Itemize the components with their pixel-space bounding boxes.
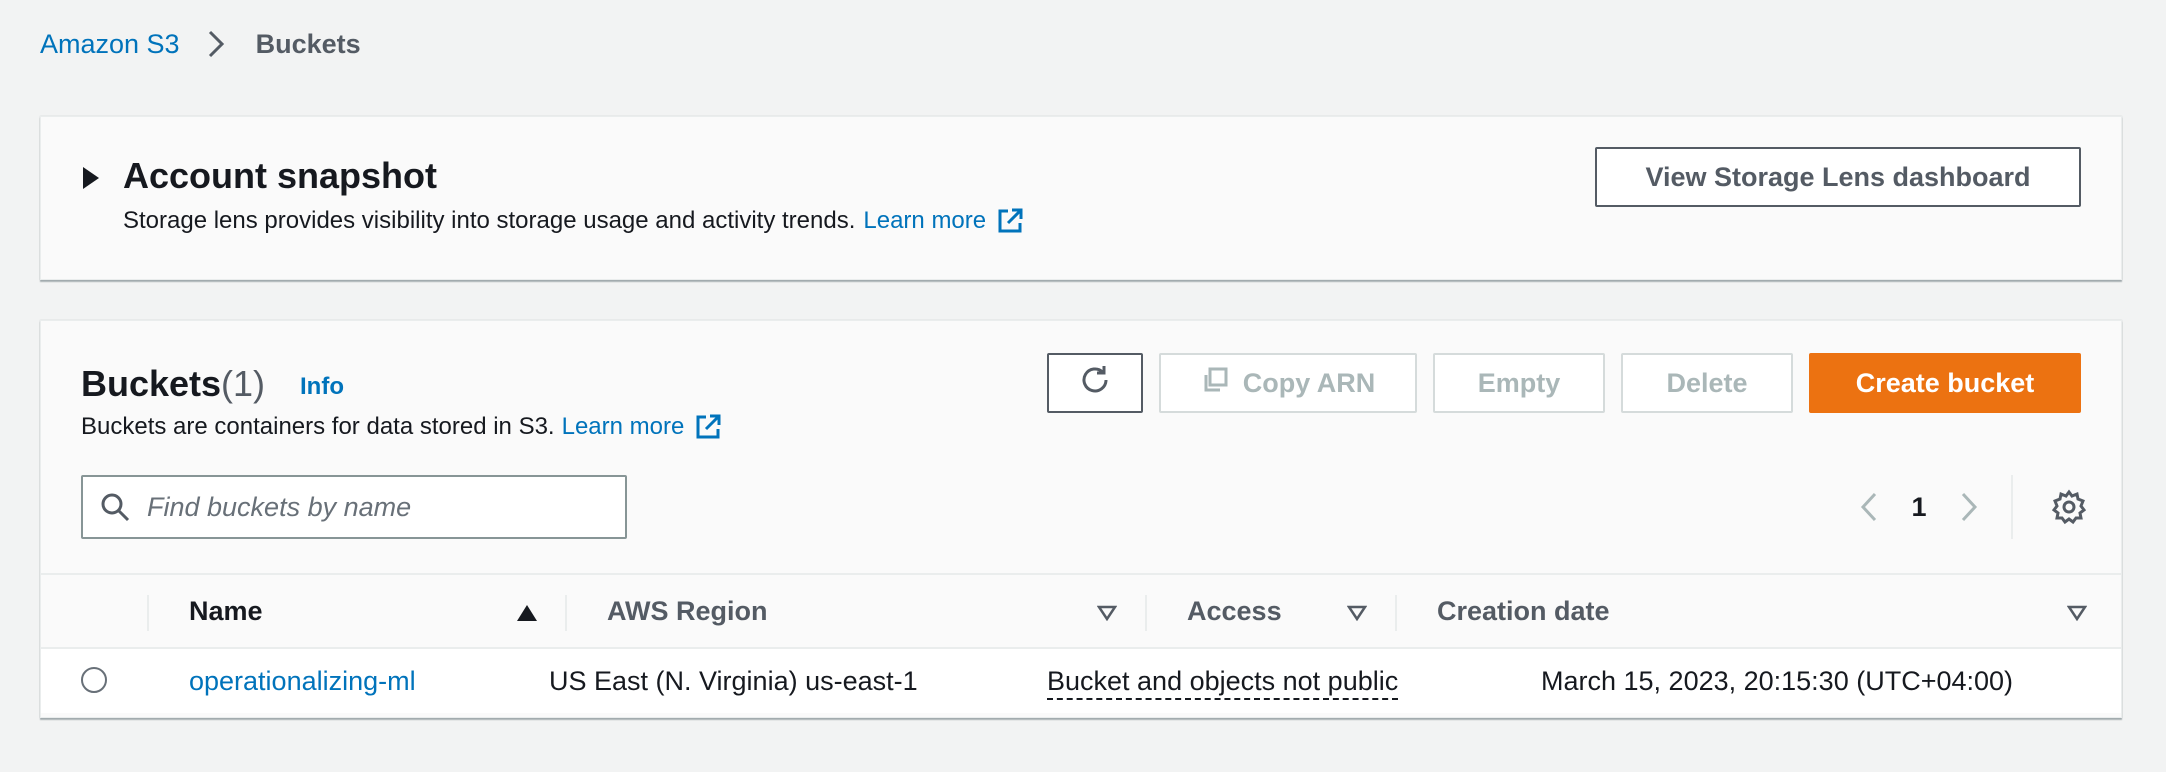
table-header: Name AWS Region Access Creation date [41,573,2121,649]
bucket-access[interactable]: Bucket and objects not public [1047,664,1399,700]
buckets-panel: Buckets (1) Info Buckets are containers … [40,320,2122,718]
account-snapshot-title[interactable]: Account snapshot [123,155,437,197]
column-divider [1145,595,1147,631]
gear-icon[interactable] [2049,487,2089,527]
sort-descending-icon[interactable] [1343,599,1371,627]
sort-descending-icon[interactable] [1093,599,1121,627]
search-field [81,475,627,539]
bucket-region: US East (N. Virginia) us-east-1 [549,665,918,696]
account-snapshot-panel: Account snapshot Storage lens provides v… [40,116,2122,280]
delete-button[interactable]: Delete [1621,353,1793,413]
copy-arn-button[interactable]: Copy ARN [1159,353,1417,413]
external-link-icon [694,413,722,441]
buckets-description-text: Buckets are containers for data stored i… [81,413,555,440]
snapshot-learn-more-link[interactable]: Learn more [863,207,1024,235]
info-link[interactable]: Info [300,373,344,401]
buckets-count: (1) [221,363,265,404]
column-divider [1395,595,1397,631]
breadcrumb-amazon-s3[interactable]: Amazon S3 [40,29,180,60]
learn-more-label: Learn more [863,207,987,234]
copy-icon [1201,366,1243,401]
sort-ascending-icon[interactable] [513,599,541,627]
column-header-region[interactable]: AWS Region [607,575,768,647]
copy-arn-label: Copy ARN [1242,367,1376,398]
breadcrumb-buckets: Buckets [255,28,361,59]
column-header-creation-date[interactable]: Creation date [1437,575,1610,647]
breadcrumb: Amazon S3 Buckets [40,26,361,62]
column-divider [147,595,149,631]
account-snapshot-description: Storage lens provides visibility into st… [123,207,1024,235]
buckets-learn-more-link[interactable]: Learn more [562,413,723,441]
pagination: 1 [1847,485,1991,529]
bucket-creation-date: March 15, 2023, 20:15:30 (UTC+04:00) [1541,665,2014,696]
view-storage-lens-dashboard-button[interactable]: View Storage Lens dashboard [1595,147,2081,207]
snapshot-description-text: Storage lens provides visibility into st… [123,207,856,234]
row-select-radio[interactable] [81,667,107,693]
buckets-description: Buckets are containers for data stored i… [81,413,722,441]
buckets-table: Name AWS Region Access Creation date ope… [41,573,2121,713]
refresh-button[interactable] [1047,353,1143,413]
caret-right-icon[interactable] [83,167,99,189]
column-divider [565,595,567,631]
buckets-title: Buckets [81,363,222,404]
sort-descending-icon[interactable] [2063,599,2091,627]
search-input[interactable] [145,490,609,524]
create-bucket-button[interactable]: Create bucket [1809,353,2081,413]
refresh-icon [1077,362,1113,405]
column-header-name[interactable]: Name [189,575,263,647]
learn-more-label: Learn more [561,413,685,440]
empty-button[interactable]: Empty [1433,353,1605,413]
pagination-divider [2011,475,2013,539]
external-link-icon [996,207,1024,235]
chevron-left-icon[interactable] [1847,485,1891,529]
column-header-access[interactable]: Access [1187,575,1282,647]
bucket-name-link[interactable]: operationalizing-ml [189,649,416,713]
search-icon [95,487,135,527]
page-number[interactable]: 1 [1891,492,1947,523]
table-row[interactable]: operationalizing-ml US East (N. Virginia… [41,649,2121,713]
chevron-right-icon[interactable] [1947,485,1991,529]
chevron-right-icon [198,26,234,62]
